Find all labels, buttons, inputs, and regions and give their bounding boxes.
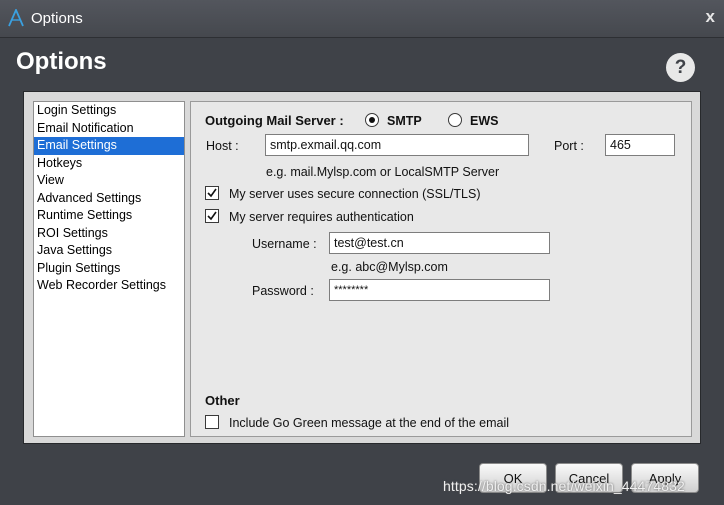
nav-item-plugin-settings[interactable]: Plugin Settings xyxy=(34,260,184,278)
ssl-checkbox[interactable] xyxy=(205,186,219,200)
host-input[interactable] xyxy=(265,134,529,156)
port-input[interactable] xyxy=(605,134,675,156)
outgoing-server-label: Outgoing Mail Server : xyxy=(205,113,344,128)
nav-item-email-notification[interactable]: Email Notification xyxy=(34,120,184,138)
auth-label: My server requires authentication xyxy=(229,210,414,224)
password-input[interactable] xyxy=(329,279,550,301)
smtp-radio[interactable] xyxy=(365,113,379,127)
nav-item-hotkeys[interactable]: Hotkeys xyxy=(34,155,184,173)
page-title: Options xyxy=(16,48,107,75)
go-green-checkbox[interactable] xyxy=(205,415,219,429)
auth-checkbox[interactable] xyxy=(205,209,219,223)
window-title: Options xyxy=(31,10,83,27)
help-button[interactable]: ? xyxy=(666,53,695,82)
smtp-label: SMTP xyxy=(387,114,422,128)
nav-item-view[interactable]: View xyxy=(34,172,184,190)
content-frame: Login Settings Email Notification Email … xyxy=(23,91,701,444)
username-label: Username : xyxy=(252,237,317,251)
username-input[interactable] xyxy=(329,232,550,254)
settings-nav-list: Login Settings Email Notification Email … xyxy=(33,101,185,437)
app-logo-icon xyxy=(8,9,24,27)
go-green-label: Include Go Green message at the end of t… xyxy=(229,416,510,430)
email-settings-panel: Outgoing Mail Server : SMTP EWS Host : P… xyxy=(190,101,692,437)
options-window: Options x Options ? Login Settings Email… xyxy=(0,0,724,505)
host-label: Host : xyxy=(206,139,239,153)
nav-item-login-settings[interactable]: Login Settings xyxy=(34,102,184,120)
host-hint: e.g. mail.Mylsp.com or LocalSMTP Server xyxy=(266,165,500,179)
nav-item-web-recorder-settings[interactable]: Web Recorder Settings xyxy=(34,277,184,295)
nav-item-email-settings[interactable]: Email Settings xyxy=(34,137,184,155)
checkmark-icon xyxy=(207,188,217,198)
ews-radio[interactable] xyxy=(448,113,462,127)
nav-item-advanced-settings[interactable]: Advanced Settings xyxy=(34,190,184,208)
other-section-label: Other xyxy=(205,393,240,408)
title-bar: Options x xyxy=(0,0,724,38)
password-label: Password : xyxy=(252,284,314,298)
close-button[interactable]: x xyxy=(706,7,715,27)
nav-item-runtime-settings[interactable]: Runtime Settings xyxy=(34,207,184,225)
port-label: Port : xyxy=(554,139,584,153)
nav-item-java-settings[interactable]: Java Settings xyxy=(34,242,184,260)
smtp-radio-dot xyxy=(369,117,375,123)
watermark-text: https://blog.csdn.net/weixin_44474832 xyxy=(443,478,685,494)
ews-label: EWS xyxy=(470,114,499,128)
ssl-label: My server uses secure connection (SSL/TL… xyxy=(229,187,481,201)
checkmark-icon xyxy=(207,211,217,221)
nav-item-roi-settings[interactable]: ROI Settings xyxy=(34,225,184,243)
username-hint: e.g. abc@Mylsp.com xyxy=(331,260,448,274)
